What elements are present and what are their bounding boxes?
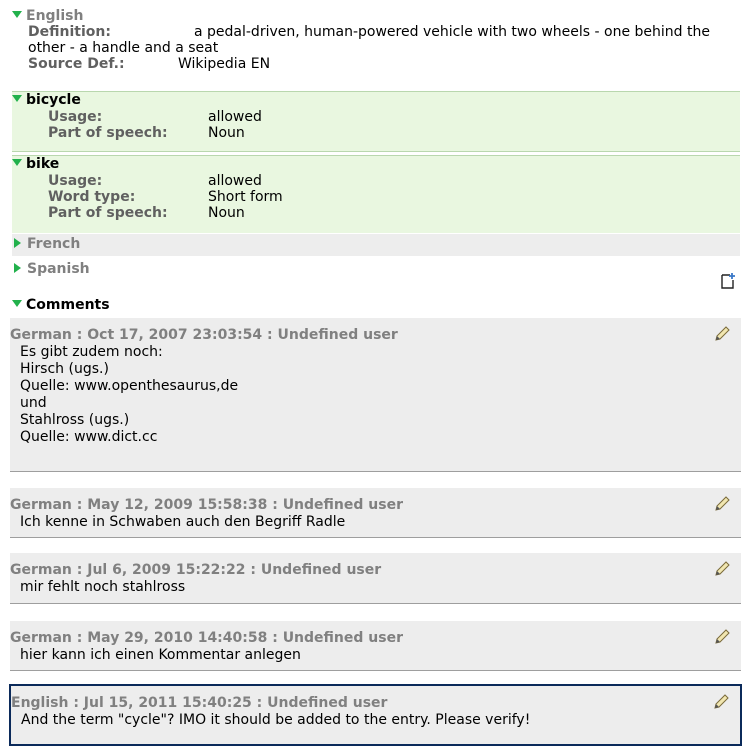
field-label: Usage:	[48, 109, 103, 125]
source-row: Source Def.: Wikipedia EN	[12, 56, 737, 72]
comment-line: mir fehlt noch stahlross	[20, 579, 186, 595]
term-header[interactable]: bicycle	[12, 92, 740, 109]
field-label: Usage:	[48, 173, 103, 189]
comments-title: Comments	[26, 297, 110, 313]
collapsed-triangle-icon	[14, 238, 21, 248]
language-header-english[interactable]: English	[12, 8, 737, 24]
term-field-row: Usage: allowed	[12, 109, 740, 125]
field-value: allowed	[208, 173, 262, 189]
language-name: English	[26, 8, 84, 24]
comment-line: Stahlross (ugs.)	[20, 412, 130, 428]
comment-meta: German : May 12, 2009 15:58:38 : Undefin…	[10, 497, 403, 513]
comment-line: und	[20, 395, 47, 411]
comment-line: Ich kenne in Schwaben auch den Begriff R…	[20, 514, 346, 530]
comments-header[interactable]: Comments	[12, 296, 110, 314]
language-section-english: English Definition: a pedal-driven, huma…	[12, 8, 737, 72]
expanded-triangle-icon	[12, 300, 22, 307]
pencil-icon[interactable]	[712, 693, 730, 711]
source-label: Source Def.:	[28, 56, 125, 72]
comment-line: Hirsch (ugs.)	[20, 361, 109, 377]
field-value: allowed	[208, 109, 262, 125]
collapsed-triangle-icon	[14, 263, 21, 273]
language-name: Spanish	[27, 261, 90, 277]
comment-item: German : May 12, 2009 15:58:38 : Undefin…	[10, 488, 741, 538]
pencil-icon[interactable]	[713, 560, 731, 578]
term-header[interactable]: bike	[12, 156, 740, 173]
pencil-icon[interactable]	[713, 495, 731, 513]
definition-text: a pedal-driven, human-powered vehicle wi…	[28, 24, 710, 56]
comment-line: And the term "cycle"? IMO it should be a…	[21, 712, 531, 728]
comment-meta: German : Jul 6, 2009 15:22:22 : Undefine…	[10, 562, 382, 578]
term-entry-bicycle: bicycle Usage: allowed Part of speech: N…	[12, 91, 740, 152]
pencil-icon[interactable]	[713, 325, 731, 343]
pencil-icon[interactable]	[713, 628, 731, 646]
comment-meta: English : Jul 15, 2011 15:40:25 : Undefi…	[11, 695, 388, 711]
term-name: bike	[26, 156, 60, 172]
definition-row: Definition: a pedal-driven, human-powere…	[12, 24, 737, 56]
term-field-row: Word type: Short form	[12, 189, 740, 205]
field-value: Short form	[208, 189, 283, 205]
term-entry-bike: bike Usage: allowed Word type: Short for…	[12, 155, 740, 233]
comment-item: German : Jul 6, 2009 15:22:22 : Undefine…	[10, 553, 741, 604]
comment-line: Quelle: www.openthesaurus,de	[20, 378, 239, 394]
comment-item: German : Oct 17, 2007 23:03:54 : Undefin…	[10, 318, 741, 472]
field-value: Noun	[208, 205, 245, 221]
comment-line: Quelle: www.dict.cc	[20, 429, 158, 445]
language-section-spanish[interactable]: Spanish	[12, 259, 740, 279]
expanded-triangle-icon	[12, 159, 22, 166]
expanded-triangle-icon	[12, 11, 22, 18]
comment-line: hier kann ich einen Kommentar anlegen	[20, 647, 301, 663]
language-name: French	[27, 236, 81, 252]
term-field-row: Usage: allowed	[12, 173, 740, 189]
comment-item-selected[interactable]: English : Jul 15, 2011 15:40:25 : Undefi…	[9, 684, 742, 746]
comment-meta: German : Oct 17, 2007 23:03:54 : Undefin…	[10, 327, 398, 343]
expanded-triangle-icon	[12, 95, 22, 102]
add-comment-icon[interactable]	[720, 272, 738, 290]
term-field-row: Part of speech: Noun	[12, 125, 740, 141]
field-label: Word type:	[48, 189, 136, 205]
comment-line: Es gibt zudem noch:	[20, 344, 163, 360]
field-value: Noun	[208, 125, 245, 141]
definition-label: Definition:	[28, 24, 111, 40]
field-label: Part of speech:	[48, 125, 168, 141]
language-section-french[interactable]: French	[12, 234, 740, 256]
term-name: bicycle	[26, 92, 81, 108]
comment-meta: German : May 29, 2010 14:40:58 : Undefin…	[10, 630, 403, 646]
term-field-row: Part of speech: Noun	[12, 205, 740, 221]
field-label: Part of speech:	[48, 205, 168, 221]
source-value: Wikipedia EN	[178, 56, 271, 72]
comment-item: German : May 29, 2010 14:40:58 : Undefin…	[10, 621, 741, 671]
